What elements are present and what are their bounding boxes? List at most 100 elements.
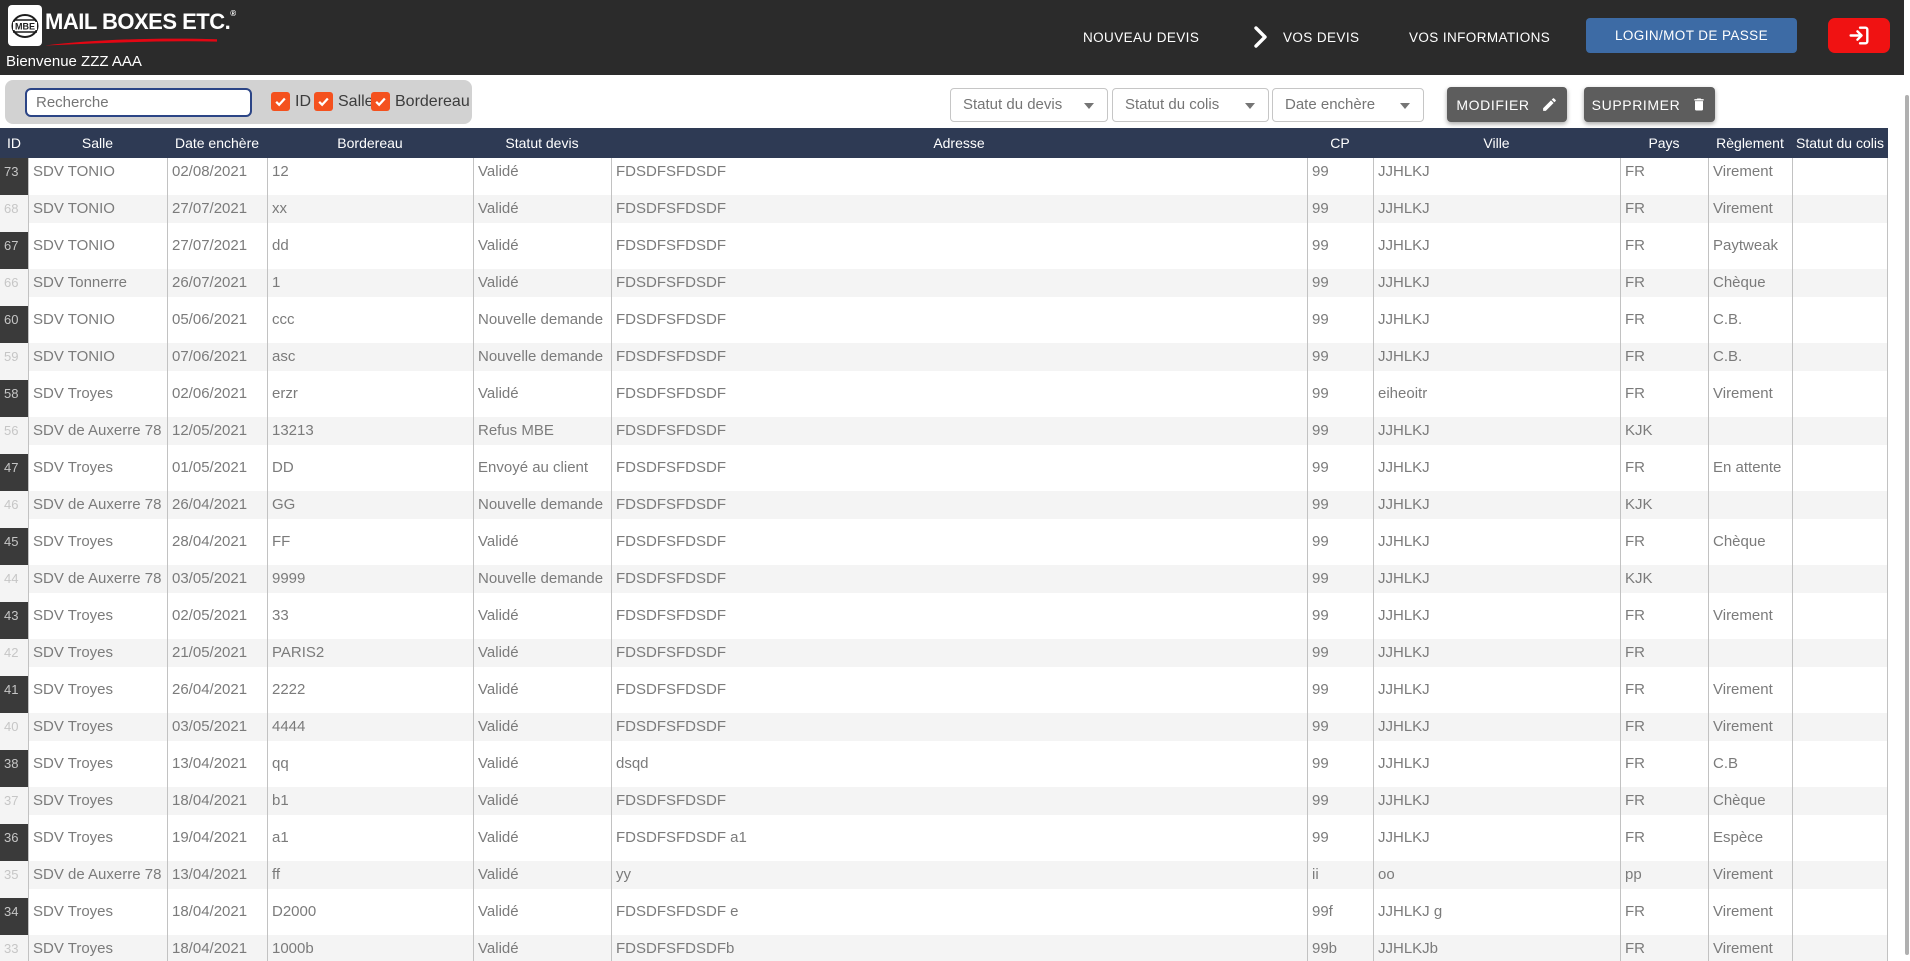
- table-cell: Virement: [1708, 380, 1792, 408]
- filter-statut-colis[interactable]: Statut du colis: [1112, 88, 1269, 122]
- table-row[interactable]: 60SDV TONIO05/06/2021cccNouvelle demande…: [0, 306, 1888, 343]
- table-row[interactable]: 43SDV Troyes02/05/202133ValidéFDSDFSFDSD…: [0, 602, 1888, 639]
- filter-date-enchere[interactable]: Date enchère: [1272, 88, 1424, 122]
- table-cell: [1792, 935, 1888, 961]
- table-cell: Validé: [473, 158, 611, 186]
- table-cell: 99f: [1307, 898, 1373, 926]
- table-cell: FDSDFSFDSDF: [611, 158, 1307, 186]
- table-row[interactable]: 47SDV Troyes01/05/2021DDEnvoyé au client…: [0, 454, 1888, 491]
- column-header-9[interactable]: Règlement: [1708, 128, 1792, 158]
- checkbox-salle[interactable]: Salle: [314, 92, 374, 111]
- nav-vos-informations[interactable]: VOS INFORMATIONS: [1409, 30, 1550, 45]
- column-header-0[interactable]: ID: [0, 128, 28, 158]
- table-row[interactable]: 35SDV de Auxerre 7813/04/2021ffValidéyyi…: [0, 861, 1888, 898]
- table-cell: Validé: [473, 824, 611, 852]
- table-cell: oo: [1373, 861, 1620, 889]
- table-row[interactable]: 66SDV Tonnerre26/07/20211ValidéFDSDFSFDS…: [0, 269, 1888, 306]
- table-cell: 37: [0, 787, 28, 824]
- table-cell: GG: [267, 491, 473, 519]
- table-cell: [1708, 417, 1792, 445]
- table-cell: SDV Troyes: [28, 935, 167, 961]
- table-cell: 02/08/2021: [167, 158, 267, 186]
- delete-button[interactable]: SUPPRIMER: [1584, 87, 1715, 122]
- column-header-5[interactable]: Adresse: [611, 128, 1307, 158]
- nav-vos-devis[interactable]: VOS DEVIS: [1283, 30, 1359, 45]
- filter-statut-devis[interactable]: Statut du devis: [950, 88, 1108, 122]
- table-row[interactable]: 42SDV Troyes21/05/2021PARIS2ValidéFDSDFS…: [0, 639, 1888, 676]
- table-cell: 34: [0, 898, 28, 935]
- table-row[interactable]: 58SDV Troyes02/06/2021erzrValidéFDSDFSFD…: [0, 380, 1888, 417]
- table-cell: SDV de Auxerre 78: [28, 491, 167, 519]
- table-row[interactable]: 67SDV TONIO27/07/2021ddValidéFDSDFSFDSDF…: [0, 232, 1888, 269]
- delete-button-label: SUPPRIMER: [1592, 97, 1681, 113]
- vertical-scrollbar-thumb[interactable]: [1905, 95, 1909, 955]
- table-cell: FR: [1620, 306, 1708, 334]
- search-input[interactable]: [25, 88, 252, 117]
- table-cell: FR: [1620, 380, 1708, 408]
- checkbox-id[interactable]: ID: [271, 92, 311, 111]
- logout-button[interactable]: [1828, 18, 1890, 53]
- table-cell: Validé: [473, 861, 611, 889]
- table-row[interactable]: 36SDV Troyes19/04/2021a1ValidéFDSDFSFDSD…: [0, 824, 1888, 861]
- table-cell: KJK: [1620, 491, 1708, 519]
- checkbox-bordereau-label: Bordereau: [395, 93, 470, 111]
- table-cell: 68: [0, 195, 28, 232]
- table-row[interactable]: 73SDV TONIO02/08/202112ValidéFDSDFSFDSDF…: [0, 158, 1888, 195]
- table-row[interactable]: 59SDV TONIO07/06/2021ascNouvelle demande…: [0, 343, 1888, 380]
- table-cell: FDSDFSFDSDF: [611, 787, 1307, 815]
- table-cell: [1792, 824, 1888, 852]
- table-cell: 18/04/2021: [167, 935, 267, 961]
- table-cell: FR: [1620, 676, 1708, 704]
- table-cell: Validé: [473, 602, 611, 630]
- column-header-6[interactable]: CP: [1307, 128, 1373, 158]
- brand-wordmark: MAIL BOXES ETC.®: [45, 9, 236, 35]
- table-row[interactable]: 56SDV de Auxerre 7812/05/202113213Refus …: [0, 417, 1888, 454]
- table-cell: C.B: [1708, 750, 1792, 778]
- column-header-1[interactable]: Salle: [28, 128, 167, 158]
- column-header-4[interactable]: Statut devis: [473, 128, 611, 158]
- table-row[interactable]: 40SDV Troyes03/05/20214444ValidéFDSDFSFD…: [0, 713, 1888, 750]
- table-cell: 26/04/2021: [167, 676, 267, 704]
- table-cell: 99: [1307, 565, 1373, 593]
- table-cell: asc: [267, 343, 473, 371]
- column-header-2[interactable]: Date enchère: [167, 128, 267, 158]
- filter-date-enchere-label: Date enchère: [1285, 96, 1375, 113]
- table-cell: 99: [1307, 750, 1373, 778]
- table-cell: 99: [1307, 824, 1373, 852]
- table-cell: 13/04/2021: [167, 750, 267, 778]
- table-cell: 99b: [1307, 935, 1373, 961]
- table-row[interactable]: 37SDV Troyes18/04/2021b1ValidéFDSDFSFDSD…: [0, 787, 1888, 824]
- column-header-7[interactable]: Ville: [1373, 128, 1620, 158]
- table-cell: 18/04/2021: [167, 787, 267, 815]
- table-row[interactable]: 34SDV Troyes18/04/2021D2000ValidéFDSDFSF…: [0, 898, 1888, 935]
- table-row[interactable]: 68SDV TONIO27/07/2021xxValidéFDSDFSFDSDF…: [0, 195, 1888, 232]
- column-header-10[interactable]: Statut du colis: [1792, 128, 1888, 158]
- table-cell: [1792, 787, 1888, 815]
- column-header-8[interactable]: Pays: [1620, 128, 1708, 158]
- table-cell: SDV Troyes: [28, 824, 167, 852]
- table-cell: FR: [1620, 787, 1708, 815]
- table-cell: Chèque: [1708, 269, 1792, 297]
- table-cell: SDV de Auxerre 78: [28, 565, 167, 593]
- table-cell: Paytweak: [1708, 232, 1792, 260]
- table-row[interactable]: 41SDV Troyes26/04/20212222ValidéFDSDFSFD…: [0, 676, 1888, 713]
- checkmark-icon: [371, 92, 390, 111]
- table-cell: [1792, 417, 1888, 445]
- table-row[interactable]: 45SDV Troyes28/04/2021FFValidéFDSDFSFDSD…: [0, 528, 1888, 565]
- nav-nouveau-devis[interactable]: NOUVEAU DEVIS: [1083, 30, 1199, 45]
- column-header-3[interactable]: Bordereau: [267, 128, 473, 158]
- table-row[interactable]: 38SDV Troyes13/04/2021qqValidédsqd99JJHL…: [0, 750, 1888, 787]
- table-row[interactable]: 46SDV de Auxerre 7826/04/2021GGNouvelle …: [0, 491, 1888, 528]
- login-button[interactable]: LOGIN/MOT DE PASSE: [1586, 18, 1797, 53]
- table-cell: SDV TONIO: [28, 306, 167, 334]
- table-cell: 02/05/2021: [167, 602, 267, 630]
- mbe-logo[interactable]: MBE: [8, 5, 42, 46]
- table-cell: 4444: [267, 713, 473, 741]
- table-cell: 60: [0, 306, 28, 343]
- table-row[interactable]: 33SDV Troyes18/04/20211000bValidéFDSDFSF…: [0, 935, 1888, 961]
- table-cell: 35: [0, 861, 28, 898]
- modify-button[interactable]: MODIFIER: [1447, 87, 1567, 122]
- table-cell: SDV TONIO: [28, 232, 167, 260]
- table-row[interactable]: 44SDV de Auxerre 7803/05/20219999Nouvell…: [0, 565, 1888, 602]
- checkbox-bordereau[interactable]: Bordereau: [371, 92, 470, 111]
